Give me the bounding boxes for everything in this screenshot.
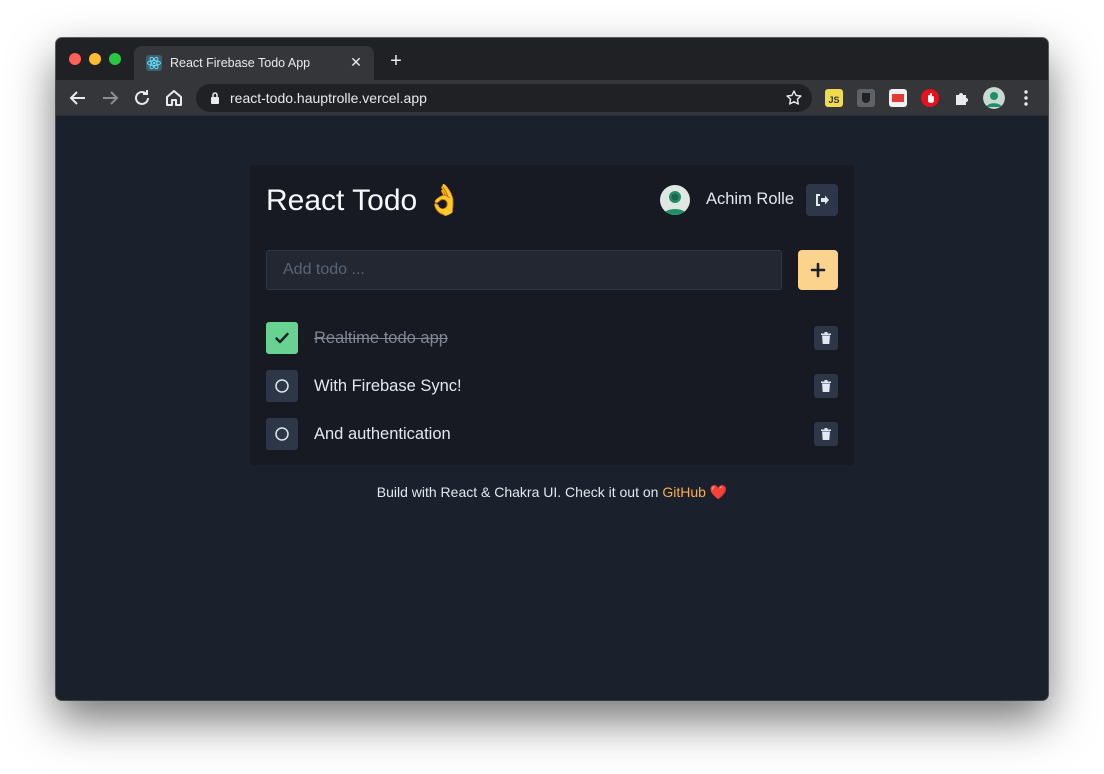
- pdf-extension-icon[interactable]: [889, 89, 907, 107]
- browser-toolbar: react-todo.hauptrolle.vercel.app JS: [56, 80, 1048, 116]
- delete-todo-button[interactable]: [814, 422, 838, 446]
- footer: Build with React & Chakra UI. Check it o…: [56, 484, 1048, 501]
- todo-checkbox[interactable]: [266, 370, 298, 402]
- trash-icon: [821, 380, 831, 392]
- browser-window: React Firebase Todo App ✕ + react-todo.h…: [56, 38, 1048, 700]
- profile-avatar-icon[interactable]: [983, 87, 1005, 109]
- close-window-button[interactable]: [69, 53, 81, 65]
- back-arrow-icon[interactable]: [66, 86, 90, 110]
- todo-text: And authentication: [314, 425, 451, 443]
- todo-checkbox[interactable]: [266, 418, 298, 450]
- home-icon[interactable]: [162, 86, 186, 110]
- forward-arrow-icon[interactable]: [98, 86, 122, 110]
- todo-card: React Todo 👌 Achim Rolle Add todo ... Re…: [250, 165, 854, 465]
- ad-blocker-icon[interactable]: [921, 89, 939, 107]
- tab-title: React Firebase Todo App: [170, 56, 311, 70]
- url-text: react-todo.hauptrolle.vercel.app: [230, 90, 427, 106]
- todo-checkbox-checked[interactable]: [266, 322, 298, 354]
- more-menu-icon[interactable]: [1014, 86, 1038, 110]
- title-text: React Todo: [266, 184, 418, 217]
- circle-icon: [275, 427, 289, 441]
- puzzle-extensions-icon[interactable]: [953, 89, 971, 107]
- minimize-window-button[interactable]: [89, 53, 101, 65]
- todo-text: Realtime todo app: [314, 329, 448, 347]
- add-todo-input[interactable]: [266, 250, 782, 290]
- todo-item: Realtime todo app: [266, 322, 838, 354]
- checkmark-icon: [275, 332, 289, 344]
- new-tab-button[interactable]: +: [386, 51, 406, 71]
- close-tab-icon[interactable]: ✕: [348, 54, 364, 70]
- ok-hand-emoji: 👌: [425, 184, 463, 217]
- todo-item: With Firebase Sync!: [266, 370, 838, 402]
- todo-text: With Firebase Sync!: [314, 377, 462, 395]
- plus-icon: [810, 262, 826, 278]
- tab-strip: React Firebase Todo App ✕ +: [56, 38, 1048, 80]
- shield-extension-icon[interactable]: [857, 89, 875, 107]
- todo-item: And authentication: [266, 418, 838, 450]
- avatar[interactable]: [660, 185, 690, 215]
- svg-text:JS: JS: [828, 95, 839, 105]
- logout-button[interactable]: [806, 184, 838, 216]
- trash-icon: [821, 332, 831, 344]
- reload-icon[interactable]: [130, 86, 154, 110]
- lock-icon: [211, 92, 219, 104]
- page-viewport: React Todo 👌 Achim Rolle Add todo ... Re…: [56, 116, 1048, 700]
- browser-tab[interactable]: React Firebase Todo App ✕: [134, 46, 374, 80]
- bookmark-star-icon[interactable]: [784, 88, 804, 108]
- react-logo-icon: [146, 55, 162, 71]
- delete-todo-button[interactable]: [814, 326, 838, 350]
- sign-out-icon: [816, 194, 829, 206]
- address-bar[interactable]: react-todo.hauptrolle.vercel.app: [196, 84, 812, 112]
- github-link[interactable]: GitHub: [662, 484, 706, 500]
- delete-todo-button[interactable]: [814, 374, 838, 398]
- footer-text: Build with React & Chakra UI. Check it o…: [376, 484, 663, 500]
- maximize-window-button[interactable]: [109, 53, 121, 65]
- page-title: React Todo 👌: [266, 183, 463, 218]
- user-name: Achim Rolle: [706, 190, 795, 208]
- add-todo-button[interactable]: [798, 250, 838, 290]
- js-extension-icon[interactable]: JS: [825, 89, 843, 107]
- trash-icon: [821, 428, 831, 440]
- heart-emoji: ❤️: [709, 484, 728, 500]
- circle-icon: [275, 379, 289, 393]
